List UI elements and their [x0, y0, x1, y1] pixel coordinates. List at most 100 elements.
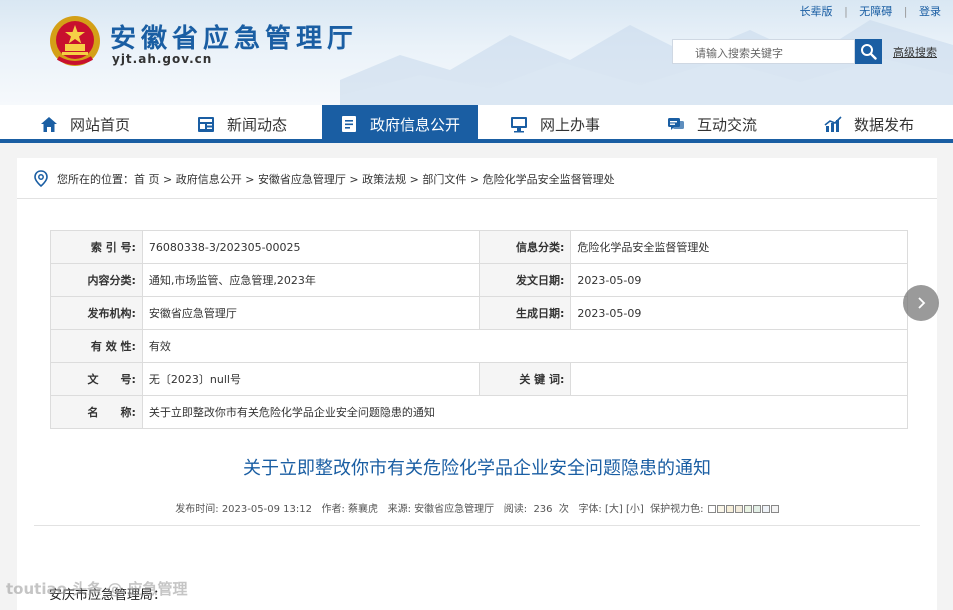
- font-small-button[interactable]: [小]: [626, 504, 644, 515]
- next-page-button[interactable]: [903, 285, 939, 321]
- nav-label: 网上办事: [540, 115, 601, 134]
- eye-color-swatch[interactable]: [761, 505, 770, 513]
- content-category-label: 内容分类:: [50, 263, 143, 297]
- document-meta-table: 索 引 号: 76080338-3/202305-00025 信息分类: 危险化…: [50, 230, 909, 429]
- chevron-right-icon: [918, 297, 926, 309]
- doc-no-label: 文 号:: [50, 362, 143, 396]
- font-large-button[interactable]: [大]: [605, 504, 623, 515]
- breadcrumb-item[interactable]: 政策法规: [362, 171, 406, 187]
- table-row: 发布机构: 安徽省应急管理厅 生成日期: 2023-05-09: [50, 296, 908, 330]
- table-row: 索 引 号: 76080338-3/202305-00025 信息分类: 危险化…: [50, 230, 908, 264]
- search-input[interactable]: 请输入搜索关键字: [672, 39, 855, 64]
- accessibility-link[interactable]: 无障碍: [859, 3, 892, 19]
- news-icon: [197, 115, 215, 133]
- table-row: 文 号: 无〔2023〕null号 关 键 词:: [50, 362, 908, 396]
- issue-date-value: 2023-05-09: [570, 263, 908, 297]
- eye-protection-label: 保护视力色:: [650, 504, 704, 515]
- validity-value: 有效: [141, 329, 909, 363]
- breadcrumb-item[interactable]: 安徽省应急管理厅: [258, 171, 346, 187]
- divider: [17, 198, 937, 199]
- search-button[interactable]: [855, 39, 882, 64]
- views-count: 236: [533, 504, 553, 515]
- table-row: 内容分类: 通知,市场监管、应急管理,2023年 发文日期: 2023-05-0…: [50, 263, 908, 297]
- chart-icon: [824, 115, 842, 133]
- nav-label: 政府信息公开: [369, 115, 460, 134]
- nav-item-interaction[interactable]: 互动交流: [667, 105, 757, 143]
- advanced-search-link[interactable]: 高级搜索: [893, 44, 937, 60]
- eye-color-swatch[interactable]: [716, 505, 725, 513]
- location-pin-icon: [34, 170, 48, 188]
- login-link[interactable]: 登录: [919, 3, 941, 19]
- site-title[interactable]: 安徽省应急管理厅: [110, 18, 358, 55]
- author-label: 作者:: [321, 504, 345, 515]
- breadcrumb-item[interactable]: 政府信息公开: [176, 171, 242, 187]
- breadcrumb-separator: >: [241, 172, 258, 186]
- elderly-mode-link[interactable]: 长辈版: [800, 3, 833, 19]
- chat-icon: [667, 115, 685, 133]
- divider: |: [844, 5, 848, 18]
- eye-color-swatch[interactable]: [734, 505, 743, 513]
- eye-color-swatch[interactable]: [725, 505, 734, 513]
- watermark-logo: toutiao 头条 @ 应急管理: [6, 580, 188, 598]
- source-label: 来源:: [387, 504, 411, 515]
- keywords-value: [570, 362, 908, 396]
- source-value: 安徽省应急管理厅: [414, 504, 495, 515]
- nav-label: 网站首页: [70, 115, 131, 134]
- nav-label: 互动交流: [697, 115, 758, 134]
- divider: |: [903, 5, 908, 18]
- breadcrumb-separator: >: [159, 172, 176, 186]
- info-category-label: 信息分类:: [478, 230, 572, 264]
- nav-item-news[interactable]: 新闻动态: [197, 105, 287, 143]
- index-no-label: 索 引 号:: [50, 230, 143, 264]
- publish-time-label: 发布时间:: [175, 504, 219, 515]
- keywords-label: 关 键 词:: [478, 362, 572, 396]
- article-title: 关于立即整改你市有关危险化学品企业安全问题隐患的通知: [243, 458, 711, 479]
- nav-label: 新闻动态: [227, 115, 288, 134]
- main-nav: 网站首页 新闻动态 政府信息公开 网上办事 互动交流 数据发布: [0, 105, 953, 143]
- site-header: 长辈版 | 无障碍 | 登录 安徽省应急管理厅 yjt.ah.gov.cn 请输…: [0, 0, 953, 105]
- breadcrumb-item[interactable]: 危险化学品安全监督管理处: [483, 171, 615, 187]
- content-category-value: 通知,市场监管、应急管理,2023年: [141, 263, 480, 297]
- nav-item-home[interactable]: 网站首页: [40, 105, 130, 143]
- eye-color-swatch[interactable]: [752, 505, 761, 513]
- table-row: 名 称: 关于立即整改你市有关危险化学品企业安全问题隐患的通知: [50, 395, 909, 429]
- nav-item-online-service[interactable]: 网上办事: [510, 105, 600, 143]
- publisher-value: 安徽省应急管理厅: [141, 296, 480, 330]
- index-no-value: 76080338-3/202305-00025: [141, 230, 480, 264]
- doc-name-label: 名 称:: [50, 395, 143, 429]
- info-category-value: 危险化学品安全监督管理处: [570, 230, 908, 264]
- site-domain: yjt.ah.gov.cn: [112, 52, 213, 66]
- breadcrumb-item-home[interactable]: 首 页: [134, 171, 160, 187]
- eye-color-swatch[interactable]: [743, 505, 752, 513]
- home-icon: [40, 115, 58, 133]
- breadcrumb-item[interactable]: 部门文件: [422, 171, 466, 187]
- eye-color-swatch[interactable]: [770, 505, 779, 513]
- views-label: 阅读:: [503, 504, 528, 515]
- created-date-value: 2023-05-09: [570, 296, 908, 330]
- content-panel: 您所在的位置： 首 页 > 政府信息公开 > 安徽省应急管理厅 > 政策法规 >…: [17, 158, 937, 610]
- document-icon: [340, 115, 358, 133]
- doc-no-value: 无〔2023〕null号: [141, 362, 480, 396]
- divider: [34, 525, 920, 526]
- created-date-label: 生成日期:: [478, 296, 572, 330]
- font-size-label: 字体:: [578, 504, 602, 515]
- national-emblem-icon: [50, 16, 100, 66]
- breadcrumb-separator: >: [466, 172, 483, 186]
- breadcrumb: 您所在的位置： 首 页 > 政府信息公开 > 安徽省应急管理厅 > 政策法规 >…: [33, 168, 615, 190]
- views-unit: 次: [558, 504, 569, 515]
- nav-item-data-release[interactable]: 数据发布: [824, 105, 914, 143]
- publisher-label: 发布机构:: [50, 296, 143, 330]
- nav-label: 数据发布: [854, 115, 915, 134]
- nav-item-gov-info[interactable]: 政府信息公开: [322, 105, 478, 143]
- validity-label: 有 效 性:: [50, 329, 143, 363]
- breadcrumb-separator: >: [406, 172, 423, 186]
- breadcrumb-separator: >: [345, 172, 363, 186]
- publish-time-value: 2023-05-09 13:12: [221, 504, 312, 515]
- issue-date-label: 发文日期:: [478, 263, 572, 297]
- article-info-bar: 发布时间: 2023-05-09 13:12 作者: 蔡襄虎 来源: 安徽省应急…: [17, 500, 937, 515]
- breadcrumb-prefix: 您所在的位置：: [57, 173, 134, 186]
- top-links: 长辈版 | 无障碍 | 登录: [800, 3, 941, 19]
- author-value: 蔡襄虎: [348, 504, 379, 515]
- eye-color-swatch[interactable]: [707, 505, 716, 513]
- doc-name-value: 关于立即整改你市有关危险化学品企业安全问题隐患的通知: [141, 395, 909, 429]
